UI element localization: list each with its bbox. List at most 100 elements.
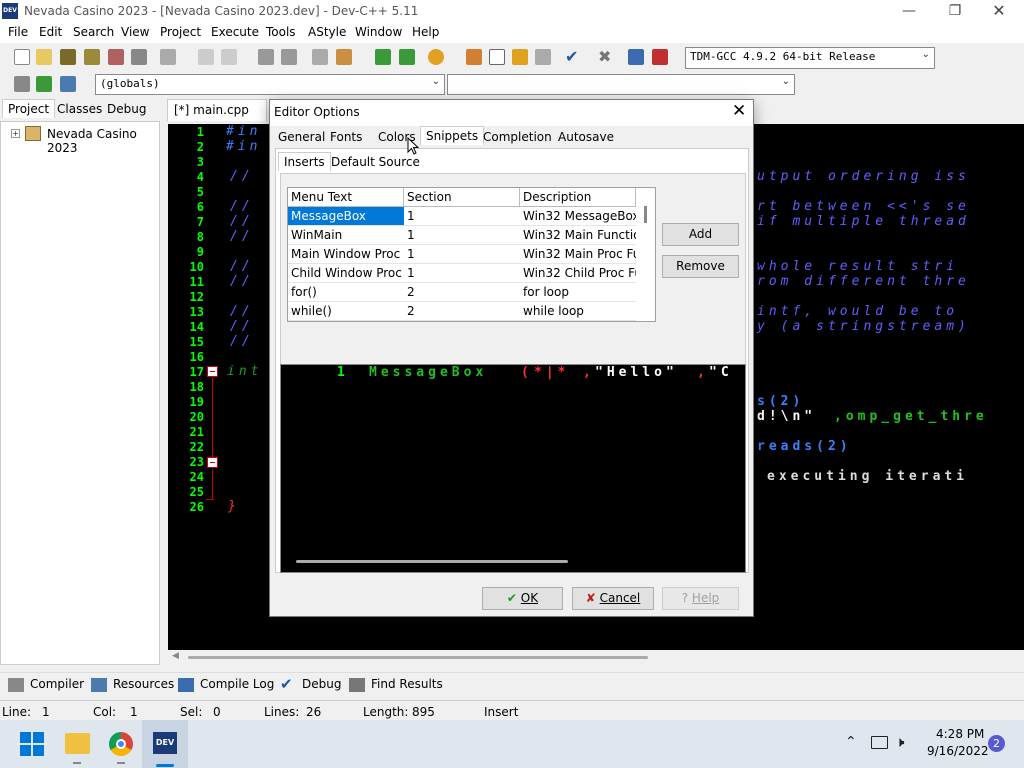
table-cell-menu: WinMain [288, 226, 404, 245]
function-select[interactable]: ⌄ [447, 74, 795, 95]
insert-icon[interactable] [14, 76, 30, 92]
scope-select[interactable]: (globals) ⌄ [95, 74, 445, 95]
menu-astyle[interactable]: AStyle [308, 25, 346, 39]
menu-execute[interactable]: Execute [211, 25, 259, 39]
profile-chart-icon[interactable] [628, 49, 644, 65]
dialog-close-icon[interactable]: ✕ [732, 101, 746, 121]
ok-button[interactable]: ✔ OK [482, 587, 563, 610]
table-cell-section: 1 [404, 207, 520, 226]
undo-icon[interactable] [198, 49, 214, 65]
scroll-left-icon[interactable]: ◀ [172, 651, 179, 661]
unindent-icon[interactable] [336, 49, 352, 65]
close-button[interactable]: ✕ [976, 0, 1022, 24]
menu-tools[interactable]: Tools [266, 25, 296, 39]
table-row[interactable]: Child Window Proc1Win32 Child Proc Fun [288, 264, 636, 283]
run-icon[interactable] [489, 49, 505, 65]
clock-date[interactable]: 9/16/2022 [927, 744, 989, 758]
remove-from-project-icon[interactable] [399, 49, 415, 65]
help-button[interactable]: ? Help [662, 587, 739, 610]
column-header-section[interactable]: Section [404, 188, 520, 207]
devcpp-taskbar-button[interactable]: DEV [142, 720, 188, 768]
add-to-project-icon[interactable] [375, 49, 391, 65]
tab-compiler[interactable]: Compiler [30, 677, 84, 691]
table-row[interactable]: for() 2 for loop [288, 283, 636, 302]
menu-help[interactable]: Help [412, 25, 439, 39]
table-row[interactable]: WinMain 1 Win32 Main Function [288, 226, 636, 245]
preview-scrollbar-thumb[interactable] [296, 560, 568, 563]
open-file-icon[interactable] [36, 49, 52, 65]
tab-debug-output[interactable]: Debug [302, 677, 341, 691]
tab-classes[interactable]: Classes [57, 102, 102, 116]
code-comment-15: // [230, 334, 254, 349]
maximize-button[interactable]: ❐ [932, 0, 978, 24]
compiler-select[interactable]: TDM-GCC 4.9.2 64-bit Release ⌄ [685, 47, 935, 69]
tab-completion[interactable]: Completion [483, 130, 552, 144]
chrome-icon[interactable] [109, 732, 133, 756]
code-comment-right-13: intf, would be to [757, 304, 959, 319]
table-row[interactable]: Main Window Proc 1 Win32 Main Proc Fun [288, 245, 636, 264]
network-icon[interactable] [871, 736, 888, 749]
tab-project[interactable]: Project [2, 99, 56, 118]
table-row[interactable]: MessageBox 1 Win32 MessageBox [288, 207, 636, 226]
tab-fonts[interactable]: Fonts [330, 130, 362, 144]
subtab-default-source[interactable]: Default Source [331, 155, 420, 169]
file-explorer-icon[interactable] [65, 733, 90, 754]
editor-horizontal-scrollbar[interactable]: ◀ [170, 651, 1024, 665]
menu-window[interactable]: Window [355, 25, 402, 39]
menu-search[interactable]: Search [73, 25, 114, 39]
tab-resources[interactable]: Resources [113, 677, 174, 691]
save-all-icon[interactable] [84, 49, 100, 65]
print-icon[interactable] [160, 49, 176, 65]
column-header-menu-text[interactable]: Menu Text [288, 188, 404, 207]
bookmark-icon[interactable] [60, 76, 76, 92]
cancel-button[interactable]: ✘ Cancel [572, 587, 654, 610]
column-header-description[interactable]: Description [520, 188, 636, 207]
menu-edit[interactable]: Edit [39, 25, 62, 39]
stop-execution-icon[interactable]: ✖ [598, 47, 611, 66]
chevron-up-icon[interactable]: ⌃ [845, 734, 857, 750]
remove-snippet-button[interactable]: Remove [662, 255, 739, 278]
tab-main-cpp[interactable]: [*] main.cpp [167, 99, 267, 121]
windows-start-icon[interactable] [20, 732, 44, 756]
subtab-inserts[interactable]: Inserts [278, 152, 331, 171]
delete-profile-icon[interactable] [652, 49, 668, 65]
goto-icon[interactable] [36, 76, 52, 92]
menu-project[interactable]: Project [160, 25, 201, 39]
table-row[interactable]: while() 2 while loop [288, 302, 636, 321]
tab-general[interactable]: General [278, 130, 325, 144]
project-options-icon[interactable] [428, 49, 444, 65]
tab-debug[interactable]: Debug [107, 102, 146, 116]
project-root-label[interactable]: Nevada Casino 2023 [47, 127, 159, 155]
menu-file[interactable]: File [8, 25, 28, 39]
table-scrollbar-thumb[interactable] [644, 206, 647, 223]
rebuild-icon[interactable] [535, 49, 551, 65]
clock-time[interactable]: 4:28 PM [936, 727, 984, 741]
tab-find-results[interactable]: Find Results [371, 677, 443, 691]
redo-icon[interactable] [221, 49, 237, 65]
snippet-preview-editor[interactable]: 1 MessageBox ( *|* , "Hello" , "C [280, 364, 746, 573]
indent-icon[interactable] [312, 49, 328, 65]
replace-icon[interactable] [281, 49, 297, 65]
tab-snippets[interactable]: Snippets [420, 126, 485, 145]
fold-toggle-icon[interactable] [207, 366, 218, 377]
bottom-panel-tabs: Compiler Resources Compile Log ✔ Debug F… [0, 672, 1024, 696]
notification-badge[interactable]: 2 [988, 735, 1005, 752]
tab-compile-log[interactable]: Compile Log [200, 677, 274, 691]
compile-run-icon[interactable] [512, 49, 528, 65]
scrollbar-thumb[interactable] [188, 656, 648, 659]
fold-toggle-icon[interactable] [207, 457, 218, 468]
code-comment-right-7: if multiple thread [757, 214, 970, 229]
volume-icon[interactable]: 🕨 [895, 733, 904, 751]
new-file-icon[interactable] [14, 49, 30, 65]
close-file-icon[interactable] [108, 49, 124, 65]
save-icon[interactable] [60, 49, 76, 65]
close-all-icon[interactable] [131, 49, 147, 65]
minimize-button[interactable]: — [886, 0, 932, 24]
compile-icon[interactable] [466, 49, 482, 65]
check-syntax-icon[interactable]: ✔ [565, 47, 578, 66]
tab-autosave[interactable]: Autosave [558, 130, 614, 144]
menu-view[interactable]: View [121, 25, 149, 39]
find-icon[interactable] [258, 49, 274, 65]
add-snippet-button[interactable]: Add [662, 223, 739, 246]
expand-toggle-icon[interactable]: + [11, 129, 20, 138]
